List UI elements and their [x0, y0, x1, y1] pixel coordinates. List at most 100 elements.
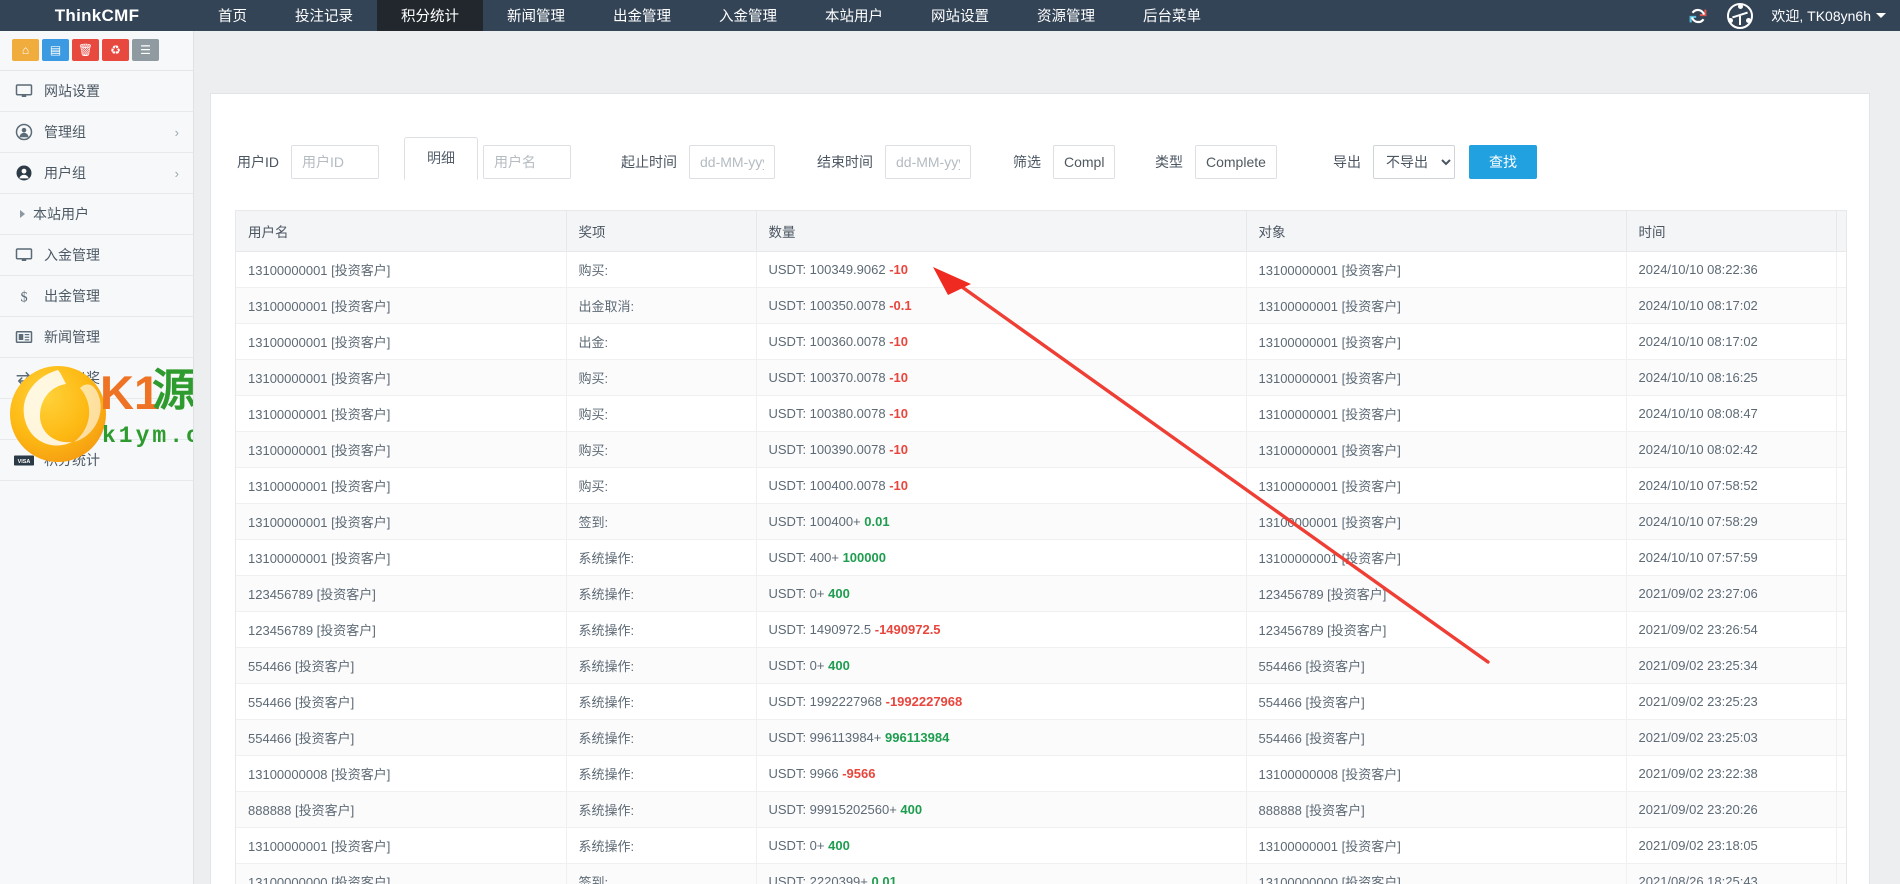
cell-note — [1836, 791, 1846, 828]
table-row[interactable]: 888888 [投资客户] 系统操作: USDT: 99915202560+ 400… — [236, 791, 1846, 828]
list-icon: ☰ — [140, 43, 151, 57]
type-label: 类型 — [1155, 154, 1183, 170]
sidebar-item-7[interactable]: 指定出奖 — [0, 358, 193, 399]
sidebar-menu: 网站设置 管理组 › 用户组 › 本站用户 入金管理 $ 出金管理新闻管理指定出奖投注记录 VIS… — [0, 71, 193, 481]
nav-item-7[interactable]: 网站设置 — [907, 0, 1013, 31]
app-brand[interactable]: ThinkCMF — [0, 0, 194, 31]
sidebar-item-1[interactable]: 管理组 › — [0, 112, 193, 153]
user-id-label: 用户ID — [237, 154, 279, 170]
type-select[interactable] — [1195, 145, 1277, 179]
sidebar-item-2[interactable]: 用户组 › — [0, 153, 193, 194]
amount-delta: -0.1 — [889, 298, 912, 313]
nav-item-1[interactable]: 投注记录 — [271, 0, 377, 31]
table-row[interactable]: 13100000001 [投资客户] 系统操作: USDT: 400+ 100000… — [236, 539, 1846, 576]
table-row[interactable]: 13100000000 [投资客户] 签到: USDT: 2220399+ 0.01… — [236, 863, 1846, 884]
cell-prize: 签到: — [566, 503, 757, 540]
nav-item-8[interactable]: 资源管理 — [1013, 0, 1119, 31]
amount-base: USDT: 100380.0078 — [768, 406, 886, 421]
table-row[interactable]: 13100000001 [投资客户] 签到: USDT: 100400+ 0.01 1… — [236, 503, 1846, 540]
nav-item-5[interactable]: 入金管理 — [695, 0, 801, 31]
nav-item-2[interactable]: 积分统计 — [377, 0, 483, 31]
records-table-container[interactable]: 用户名奖项数量对象时间备注 13100000001 [投资客户]购买:USDT:… — [235, 210, 1847, 884]
cell-amount: USDT: 9966 -9566 — [756, 755, 1247, 792]
sidebar-item-label: 积分统计 — [44, 452, 100, 468]
table-body: 13100000001 [投资客户] 购买: USDT: 100349.9062 -… — [236, 251, 1846, 884]
cell-amount: USDT: 0+ 400 — [756, 827, 1247, 864]
cell-note — [1836, 575, 1846, 612]
file-quick-button[interactable]: ▤ — [42, 39, 69, 61]
table-row[interactable]: 13100000001 [投资客户] 购买: USDT: 100370.0078 -… — [236, 359, 1846, 396]
sidebar-item-9[interactable]: VISA 积分统计 — [0, 440, 193, 481]
sidebar-item-label: 新闻管理 — [44, 329, 100, 345]
nav-item-3[interactable]: 新闻管理 — [483, 0, 589, 31]
table-row[interactable]: 13100000001 [投资客户] 出金取消: USDT: 100350.0078… — [236, 287, 1846, 324]
sidebar-item-6[interactable]: 新闻管理 — [0, 317, 193, 358]
table-row[interactable]: 13100000001 [投资客户] 出金: USDT: 100360.0078 -… — [236, 323, 1846, 360]
nav-item-6[interactable]: 本站用户 — [801, 0, 907, 31]
sidebar-item-label: 指定出奖 — [44, 370, 100, 386]
amount-delta: -10 — [889, 262, 909, 277]
table-row[interactable]: 13100000001 [投资客户] 购买: USDT: 100390.0078 -… — [236, 431, 1846, 468]
user-name-input[interactable] — [483, 145, 571, 179]
monitor-icon — [14, 246, 34, 264]
amount-base: USDT: 100400+ — [768, 514, 861, 529]
table-row[interactable]: 123456789 [投资客户] 系统操作: USDT: 0+ 400 1234567… — [236, 575, 1846, 612]
sidebar-item-5[interactable]: $ 出金管理 — [0, 276, 193, 317]
table-row[interactable]: 13100000001 [投资客户] 购买: USDT: 100349.9062 -… — [236, 251, 1846, 288]
filter-start-time: 起止时间 — [621, 145, 775, 179]
globe-node-top — [1738, 3, 1744, 9]
chevron-down-icon — [1876, 13, 1886, 18]
cell-prize: 系统操作: — [566, 575, 757, 612]
recycle-quick-button[interactable]: ♻ — [102, 39, 129, 61]
nav-item-9[interactable]: 后台菜单 — [1119, 0, 1225, 31]
sidebar-item-0[interactable]: 网站设置 — [0, 71, 193, 112]
user-menu[interactable]: 欢迎, TK08yn6h — [1771, 6, 1886, 26]
cell-time: 2021/09/02 23:27:06 — [1626, 575, 1837, 612]
exchange-icon — [14, 369, 34, 387]
sidebar-item-8[interactable]: 投注记录 — [0, 399, 193, 440]
cell-amount: USDT: 996113984+ 996113984 — [756, 719, 1247, 756]
nav-item-4[interactable]: 出金管理 — [589, 0, 695, 31]
user-id-input[interactable] — [291, 145, 379, 179]
cell-prize: 系统操作: — [566, 647, 757, 684]
end-time-input[interactable] — [885, 145, 971, 179]
globe-icon[interactable] — [1727, 2, 1754, 29]
table-row[interactable]: 554466 [投资客户] 系统操作: USDT: 0+ 400 554466 [投资… — [236, 647, 1846, 684]
cell-prize: 购买: — [566, 431, 757, 468]
cell-user: 888888 [投资客户] — [236, 791, 567, 828]
cell-amount: USDT: 400+ 100000 — [756, 539, 1247, 576]
table-row[interactable]: 13100000001 [投资客户] 购买: USDT: 100380.0078 -… — [236, 395, 1846, 432]
sidebar-item-4[interactable]: 入金管理 — [0, 235, 193, 276]
cell-amount: USDT: 100400+ 0.01 — [756, 503, 1247, 540]
table-row[interactable]: 13100000001 [投资客户] 购买: USDT: 100400.0078 -… — [236, 467, 1846, 504]
search-button[interactable]: 查找 — [1469, 145, 1537, 179]
refresh-icon[interactable] — [1687, 5, 1709, 27]
cell-amount: USDT: 0+ 400 — [756, 647, 1247, 684]
start-time-input[interactable] — [689, 145, 775, 179]
tab-detail[interactable]: 明细 — [404, 137, 478, 180]
nav-item-0[interactable]: 首页 — [194, 0, 271, 31]
amount-base: USDT: 100370.0078 — [768, 370, 886, 385]
export-dropdown[interactable]: 不导出 — [1373, 145, 1455, 179]
cell-amount: USDT: 100360.0078 -10 — [756, 323, 1247, 360]
amount-delta: -10 — [889, 406, 909, 421]
screen-select[interactable] — [1053, 145, 1115, 179]
cell-note — [1836, 827, 1846, 864]
table-row[interactable]: 554466 [投资客户] 系统操作: USDT: 1992227968 -1992… — [236, 683, 1846, 720]
table-row[interactable]: 13100000008 [投资客户] 系统操作: USDT: 9966 -9566 1… — [236, 755, 1846, 792]
table-row[interactable]: 554466 [投资客户] 系统操作: USDT: 996113984+ 99611… — [236, 719, 1846, 756]
cell-time: 2024/10/10 08:08:47 — [1626, 395, 1837, 432]
cell-user: 13100000000 [投资客户] — [236, 863, 567, 884]
cell-note — [1836, 287, 1846, 324]
cell-user: 554466 [投资客户] — [236, 647, 567, 684]
cell-user: 123456789 [投资客户] — [236, 575, 567, 612]
sidebar: ⌂ ▤ 🗑 ♻ ☰ 网站设置 管理组 › 用户组 › 本站用户 入金管理 $ 出金管理新闻管理指定出奖投… — [0, 31, 194, 884]
table-row[interactable]: 13100000001 [投资客户] 系统操作: USDT: 0+ 400 13100… — [236, 827, 1846, 864]
cell-note — [1836, 323, 1846, 360]
list-quick-button[interactable]: ☰ — [132, 39, 159, 61]
home-quick-button[interactable]: ⌂ — [12, 39, 39, 61]
amount-base: USDT: 9966 — [768, 766, 839, 781]
trash-quick-button[interactable]: 🗑 — [72, 39, 99, 61]
table-row[interactable]: 123456789 [投资客户] 系统操作: USDT: 1490972.5 -14… — [236, 611, 1846, 648]
sidebar-subitem-3[interactable]: 本站用户 — [0, 194, 193, 235]
